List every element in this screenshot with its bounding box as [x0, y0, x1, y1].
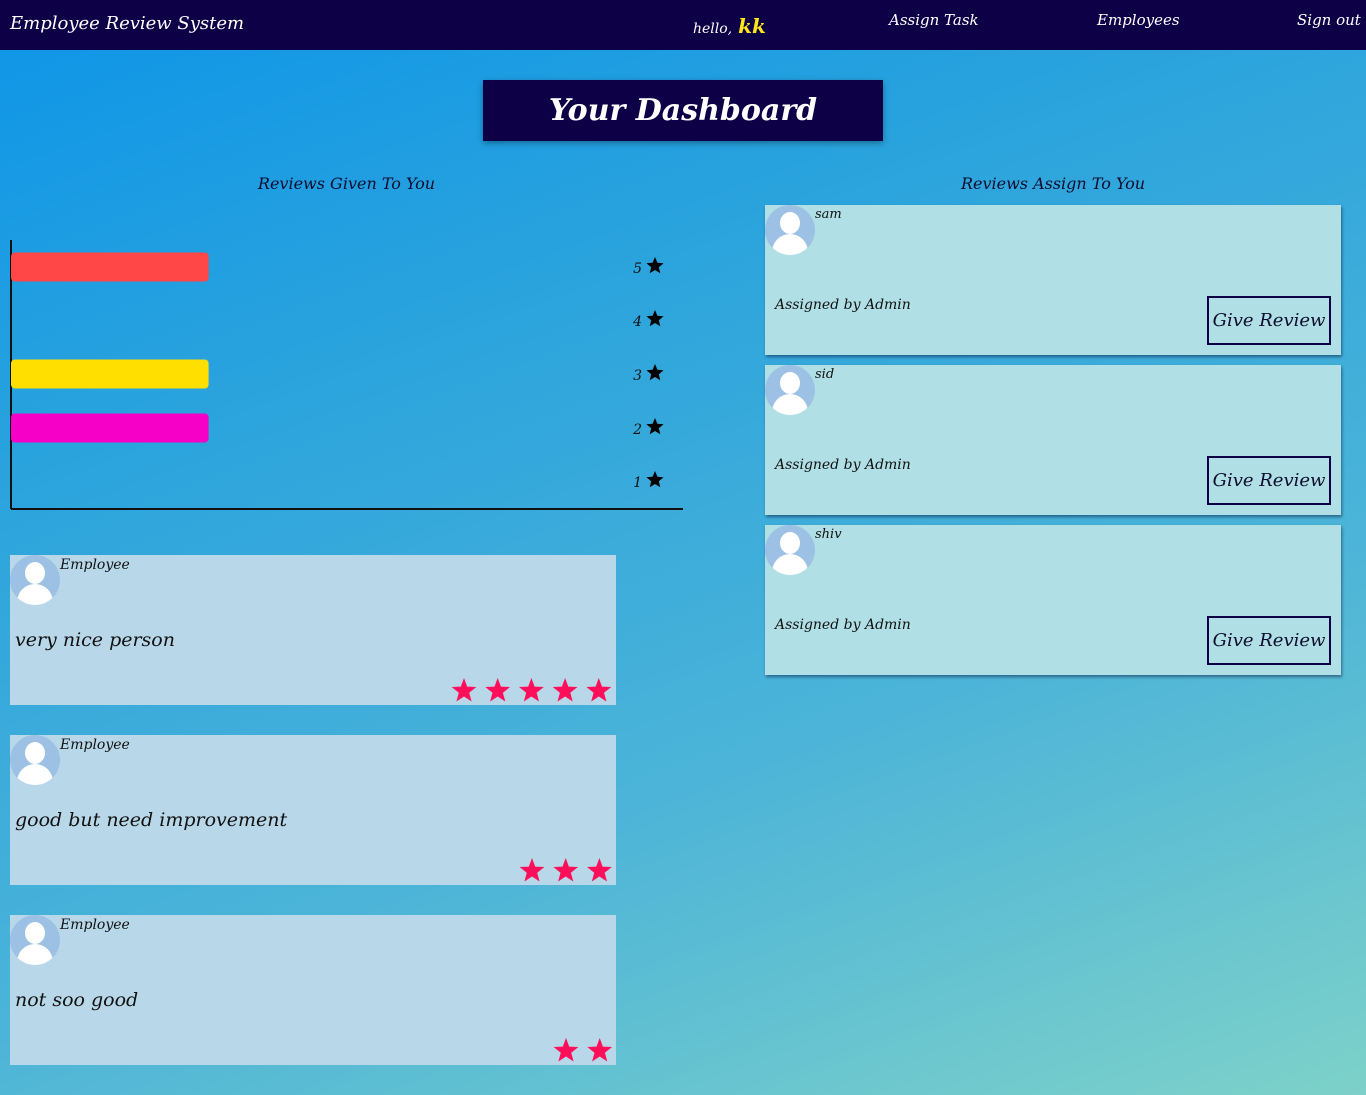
star-icon	[587, 1038, 613, 1062]
avatar-icon	[10, 915, 60, 965]
assigned-by-label: Assigned by Admin	[775, 297, 911, 313]
rating-distribution-chart: 5 4 3 2 1	[10, 240, 683, 510]
chart-bar-2-star	[11, 413, 209, 443]
star-icon	[646, 310, 664, 327]
star-icon	[485, 678, 511, 702]
avatar-icon	[10, 555, 60, 605]
star-icon	[553, 1038, 579, 1062]
review-card: Employee good but need improvement	[10, 735, 616, 885]
star-icon	[587, 858, 612, 882]
star-icon	[553, 858, 579, 882]
review-author: Employee	[60, 737, 130, 753]
review-author: Employee	[60, 917, 130, 933]
review-card: Employee very nice person	[10, 555, 616, 705]
chart-tick-label: 4	[632, 314, 642, 330]
star-icon	[646, 364, 664, 381]
avatar-icon	[765, 525, 815, 575]
give-review-button[interactable]: Give Review	[1207, 616, 1331, 665]
nav-employees[interactable]: Employees	[1097, 11, 1180, 29]
username: kk	[738, 14, 766, 38]
reviews-assigned-title: Reviews Assign To You	[960, 174, 1146, 193]
assigned-review-card: sam Assigned by Admin Give Review	[765, 205, 1341, 355]
nav-sign-out[interactable]: Sign out	[1297, 11, 1361, 29]
assignee-name: sam	[815, 207, 842, 222]
assignee-name: sid	[815, 367, 835, 382]
nav-assign-task[interactable]: Assign Task	[889, 11, 979, 29]
give-review-button[interactable]: Give Review	[1207, 296, 1331, 345]
rating-stars	[451, 678, 612, 702]
avatar-icon	[765, 205, 815, 255]
review-card: Employee not soo good	[10, 915, 616, 1065]
chart-tick-label: 5	[633, 261, 642, 277]
star-icon	[451, 678, 477, 702]
review-author: Employee	[60, 557, 130, 573]
review-comment: good but need improvement	[15, 809, 288, 831]
review-comment: not soo good	[15, 989, 139, 1011]
avatar-icon	[10, 735, 60, 785]
chart-tick-label: 1	[633, 475, 642, 491]
rating-stars	[553, 1038, 613, 1062]
chart-tick-label: 2	[632, 422, 642, 438]
chart-bar-5-star	[11, 252, 209, 282]
star-icon	[646, 418, 664, 435]
chart-tick-label: 3	[633, 368, 642, 384]
star-icon	[646, 471, 664, 488]
assigned-by-label: Assigned by Admin	[775, 617, 911, 633]
star-icon	[646, 257, 664, 274]
assigned-review-card: sid Assigned by Admin Give Review	[765, 365, 1341, 515]
star-icon	[552, 678, 578, 702]
star-icon	[586, 678, 612, 702]
star-icon	[519, 858, 545, 882]
review-comment: very nice person	[15, 629, 175, 651]
assigned-review-card: shiv Assigned by Admin Give Review	[765, 525, 1341, 675]
user-greeting: hello, kk	[693, 14, 766, 38]
avatar-icon	[765, 365, 815, 415]
give-review-button[interactable]: Give Review	[1207, 456, 1331, 505]
assignee-name: shiv	[815, 527, 842, 542]
assigned-by-label: Assigned by Admin	[775, 457, 911, 473]
rating-stars	[519, 858, 612, 882]
star-icon	[519, 678, 544, 702]
chart-bar-3-star	[11, 359, 209, 389]
